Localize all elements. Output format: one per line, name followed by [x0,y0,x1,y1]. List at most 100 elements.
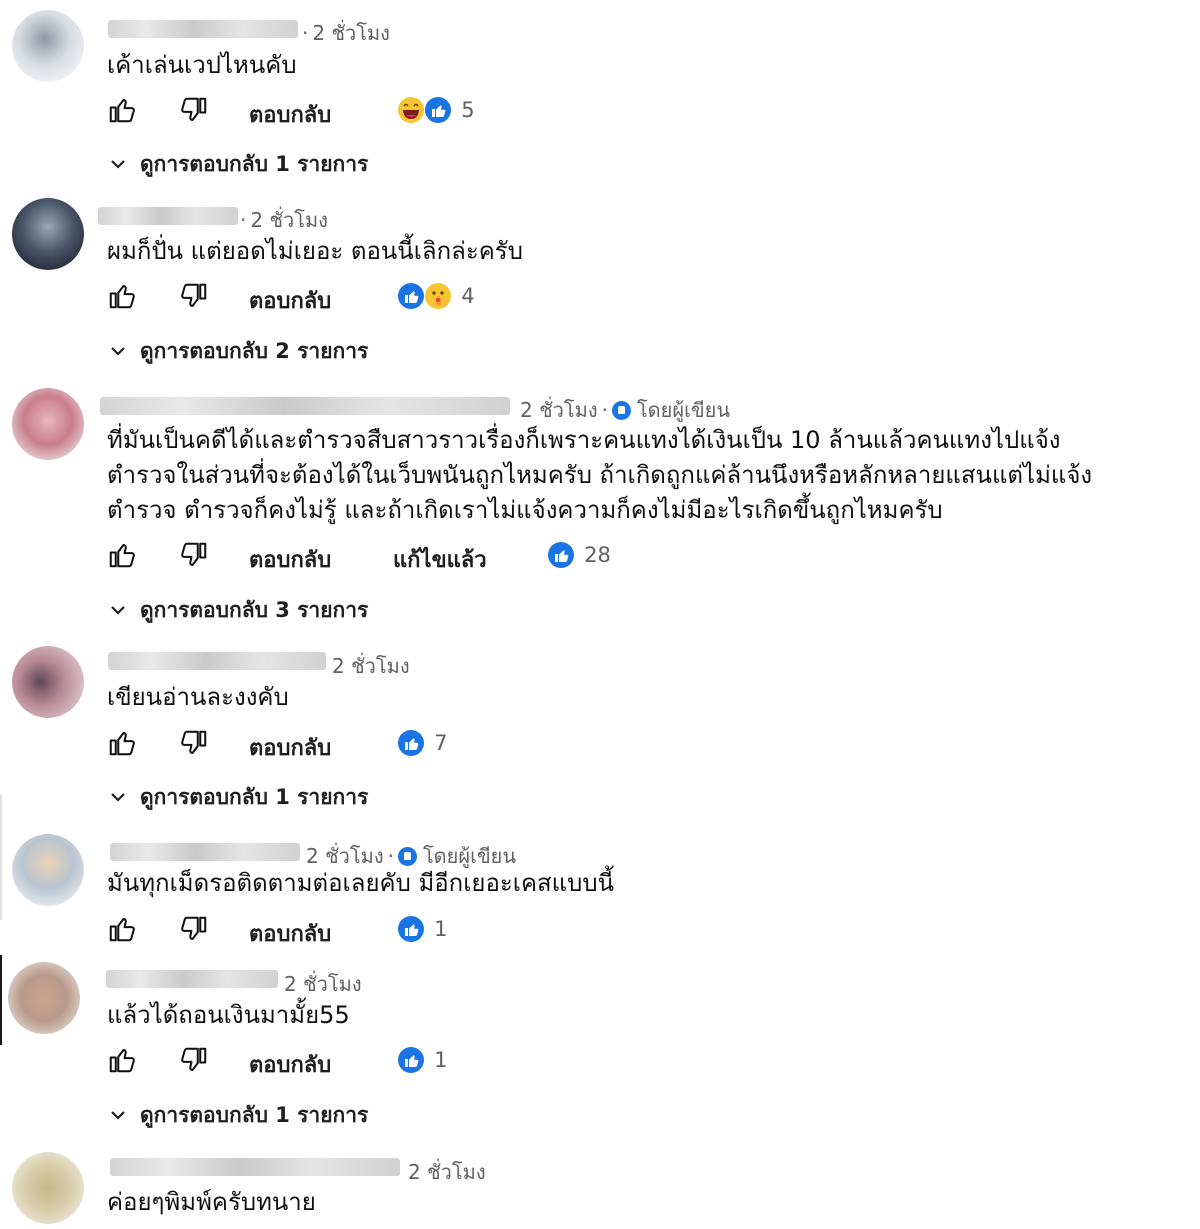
laughing-emoji-icon [398,97,424,123]
reaction-count: 1 [434,1048,448,1072]
view-replies-label: ดูการตอบกลับ 1 รายการ [140,1103,369,1127]
thumbs-down-icon[interactable] [179,95,209,125]
thumbs-up-icon[interactable] [107,1045,137,1075]
comment-text-line: ตำรวจ ตำรวจก็คงไม่รู้ และถ้าเกิดเราไม่แจ… [107,496,943,524]
view-replies-button[interactable]: ดูการตอบกลับ 2 รายการ [108,335,368,368]
timestamp[interactable]: 2 ชั่วโมง [408,1160,486,1184]
chevron-down-icon [111,347,125,356]
timestamp[interactable]: 2 ชั่วโมง [306,844,384,868]
comment-text-line: ตำรวจในส่วนที่จะต้องได้ในเว็บพนันถูกไหมค… [107,461,1093,489]
reaction-count: 7 [434,731,448,755]
thumbs-up-icon[interactable] [107,914,137,944]
reactions[interactable]: 5 [397,96,475,126]
username[interactable] [100,397,510,415]
reaction-count: 5 [461,98,475,122]
comment-text: ผมก็ปั่น แต่ยอดไม่เยอะ ตอนนี้เลิกล่ะครับ [107,237,523,265]
comment-text: มันทุกเม็ดรอติดตามต่อเลยคับ มีอีกเยอะเคส… [107,869,615,897]
avatar[interactable] [12,834,84,906]
avatar[interactable] [12,388,84,460]
reaction-count: 28 [584,543,611,567]
thumbs-up-icon[interactable] [107,281,137,311]
reactions[interactable]: 1 [397,915,447,945]
timestamp[interactable]: 2 ชั่วโมง [250,208,328,232]
comment-actions: ตอบกลับ 7 [107,728,807,761]
comment-actions: ตอบกลับ 5 [107,95,807,128]
thumbs-down-icon[interactable] [179,728,209,758]
reaction-count: 4 [461,284,475,308]
view-replies-label: ดูการตอบกลับ 1 รายการ [140,152,369,176]
comment-actions: ตอบกลับ แก้ไขแล้ว 28 [107,540,807,573]
view-replies-button[interactable]: ดูการตอบกลับ 1 รายการ [108,781,368,814]
comment-text-line: ที่มันเป็นคดีได้และตำรวจสืบสาวราวเรื่องก… [107,426,1061,454]
edited-label: แก้ไขแล้ว [393,548,487,573]
thumbs-down-icon[interactable] [179,540,209,570]
comment-meta: 2 ชั่วโมง [284,968,362,1000]
comment-text: ค่อยๆพิมพ์ครับทนาย [107,1188,316,1216]
comment-text: ที่มันเป็นคดีได้และตำรวจสืบสาวราวเรื่องก… [107,423,1092,528]
timestamp[interactable]: 2 ชั่วโมง [284,972,362,996]
timestamp[interactable]: 2 ชั่วโมง [520,398,598,422]
chevron-down-icon [111,793,125,802]
author-badge-icon [397,847,417,866]
chevron-down-icon [111,606,125,615]
like-reaction-icon [398,916,424,942]
comment-actions: ตอบกลับ 4 [107,281,807,314]
comment-actions: ตอบกลับ 1 [107,1045,807,1078]
thumbs-down-icon[interactable] [179,914,209,944]
avatar[interactable] [12,10,84,82]
username[interactable] [110,1158,400,1176]
comment-meta: 2 ชั่วโมง [332,650,410,682]
like-reaction-icon [398,1047,424,1073]
thumbs-up-icon[interactable] [107,95,137,125]
like-reaction-icon [425,97,452,123]
username[interactable] [108,20,298,38]
view-replies-label: ดูการตอบกลับ 1 รายการ [140,785,369,809]
reply-button[interactable]: ตอบกลับ [249,730,331,765]
reactions[interactable]: 4 [397,282,475,312]
reaction-count: 1 [434,917,448,941]
username[interactable] [110,843,300,861]
comments-section: · 2 ชั่วโมง เค้าเล่นเวปไหนคับ ตอบกลับ 5 ด… [0,0,1200,1229]
like-reaction-icon [548,542,574,568]
thumbs-down-icon[interactable] [179,281,209,311]
timestamp[interactable]: 2 ชั่วโมง [312,21,390,45]
reply-button[interactable]: ตอบกลับ [249,542,331,577]
comment-text: เค้าเล่นเวปไหนคับ [107,51,297,79]
avatar[interactable] [12,198,84,270]
avatar[interactable] [12,1152,84,1224]
author-label: โดยผู้เขียน [422,844,517,868]
username[interactable] [98,207,238,225]
reply-button[interactable]: ตอบกลับ [249,283,331,318]
chevron-down-icon [111,1111,125,1120]
avatar[interactable] [8,962,80,1034]
like-reaction-icon [398,283,424,309]
reactions[interactable]: 28 [547,541,611,571]
view-replies-button[interactable]: ดูการตอบกลับ 3 รายการ [108,594,368,627]
view-replies-button[interactable]: ดูการตอบกลับ 1 รายการ [108,148,368,181]
username[interactable] [108,652,326,670]
avatar[interactable] [12,646,84,718]
like-reaction-icon [398,730,424,756]
thread-line [0,955,2,1045]
view-replies-button[interactable]: ดูการตอบกลับ 1 รายการ [108,1099,368,1132]
reactions[interactable]: 1 [397,1046,447,1076]
reply-button[interactable]: ตอบกลับ [249,916,331,951]
view-replies-label: ดูการตอบกลับ 2 รายการ [140,339,369,363]
reply-button[interactable]: ตอบกลับ [249,1047,331,1082]
thumbs-down-icon[interactable] [179,1045,209,1075]
comment-text: แล้วได้ถอนเงินมามั้ย55 [107,1001,350,1029]
username[interactable] [106,970,278,988]
thumbs-up-icon[interactable] [107,540,137,570]
shushing-emoji-icon [425,283,452,309]
comment-text: เขียนอ่านละงงคับ [107,683,289,711]
reply-button[interactable]: ตอบกลับ [249,97,331,132]
comment-meta: 2 ชั่วโมง [408,1156,486,1188]
comment-actions: ตอบกลับ 1 [107,914,807,947]
comment-meta: 2 ชั่วโมง · โดยผู้เขียน [520,398,731,422]
reactions[interactable]: 7 [397,729,447,759]
timestamp[interactable]: 2 ชั่วโมง [332,654,410,678]
thumbs-up-icon[interactable] [107,728,137,758]
thread-line [0,795,2,920]
chevron-down-icon [111,160,125,169]
author-badge-icon [611,401,631,420]
